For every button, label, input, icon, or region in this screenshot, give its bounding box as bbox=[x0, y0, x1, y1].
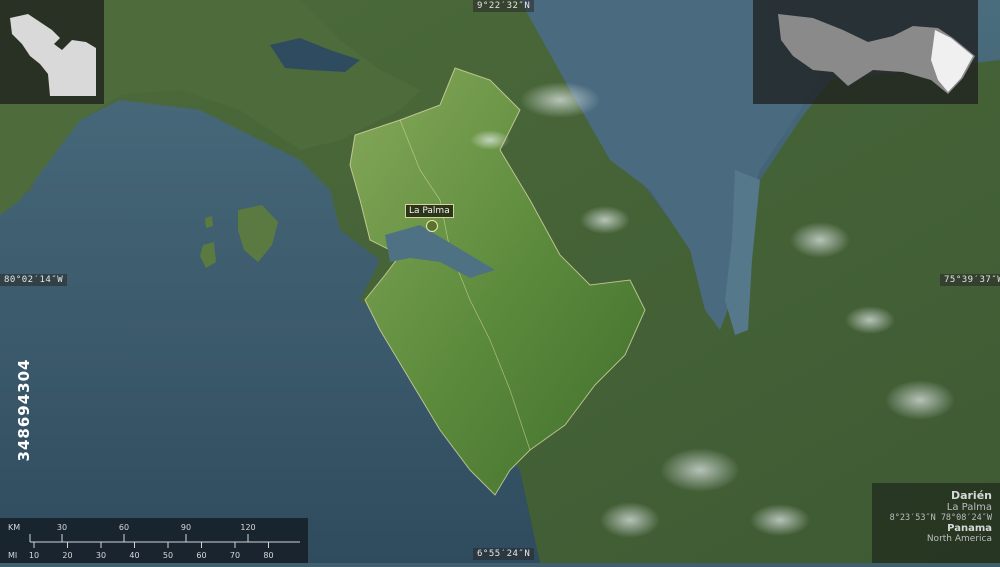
scale-bar: KM MI 30 60 90 120 10 20 30 40 50 60 70 80 bbox=[0, 518, 308, 563]
scale-km-tick-label: 120 bbox=[240, 523, 255, 532]
cloud bbox=[580, 206, 630, 234]
scale-bar-graphic: KM MI 30 60 90 120 10 20 30 40 50 60 70 80 bbox=[8, 523, 300, 560]
scale-mi-tick-label: 10 bbox=[29, 551, 39, 560]
capital-name: La Palma bbox=[946, 502, 992, 513]
capital-marker bbox=[426, 220, 438, 232]
scale-mi-tick-label: 50 bbox=[163, 551, 173, 560]
coord-top: 9°22′32″N bbox=[473, 0, 535, 12]
scale-mi-tick-label: 30 bbox=[96, 551, 106, 560]
region-info-box: Darién La Palma 8°23′53″N 78°08′24″W Pan… bbox=[872, 483, 1000, 563]
place-label-la-palma: La Palma bbox=[405, 204, 454, 218]
cloud bbox=[790, 222, 850, 258]
inset-locator-map bbox=[0, 0, 104, 104]
scale-mi-tick-label: 20 bbox=[62, 551, 72, 560]
country-name: Panama bbox=[947, 523, 992, 534]
coord-bottom: 6°55′24″N bbox=[473, 548, 535, 560]
scale-mi-tick-label: 40 bbox=[129, 551, 139, 560]
inset-country-map bbox=[753, 0, 978, 104]
cloud bbox=[885, 380, 955, 420]
cloud bbox=[845, 306, 895, 334]
stock-id-watermark: 348694304 bbox=[4, 320, 44, 500]
stock-id: 348694304 bbox=[15, 358, 33, 462]
continent-name: North America bbox=[926, 534, 992, 544]
coord-left: 80°02′14″W bbox=[0, 274, 68, 286]
scale-km-tick-label: 90 bbox=[181, 523, 191, 532]
scale-km-tick-label: 60 bbox=[119, 523, 129, 532]
north-america-silhouette bbox=[10, 14, 96, 96]
capital-coordinates: 8°23′53″N 78°08′24″W bbox=[889, 513, 992, 523]
scale-mi-tick-label: 70 bbox=[230, 551, 240, 560]
island-tiny bbox=[205, 216, 213, 228]
scale-mi-tick-label: 60 bbox=[196, 551, 206, 560]
region-name: Darién bbox=[950, 489, 992, 502]
scale-km-label: KM bbox=[8, 523, 20, 532]
cloud bbox=[600, 502, 660, 538]
cloud bbox=[520, 82, 600, 118]
scale-mi-tick-label: 80 bbox=[263, 551, 273, 560]
cloud bbox=[470, 130, 510, 150]
scale-km-tick-label: 30 bbox=[57, 523, 67, 532]
panama-silhouette bbox=[778, 14, 975, 94]
coord-right: 75°39′37″W bbox=[940, 274, 1000, 286]
cloud bbox=[660, 448, 740, 492]
cloud bbox=[750, 504, 810, 536]
scale-mi-label: MI bbox=[8, 551, 17, 560]
